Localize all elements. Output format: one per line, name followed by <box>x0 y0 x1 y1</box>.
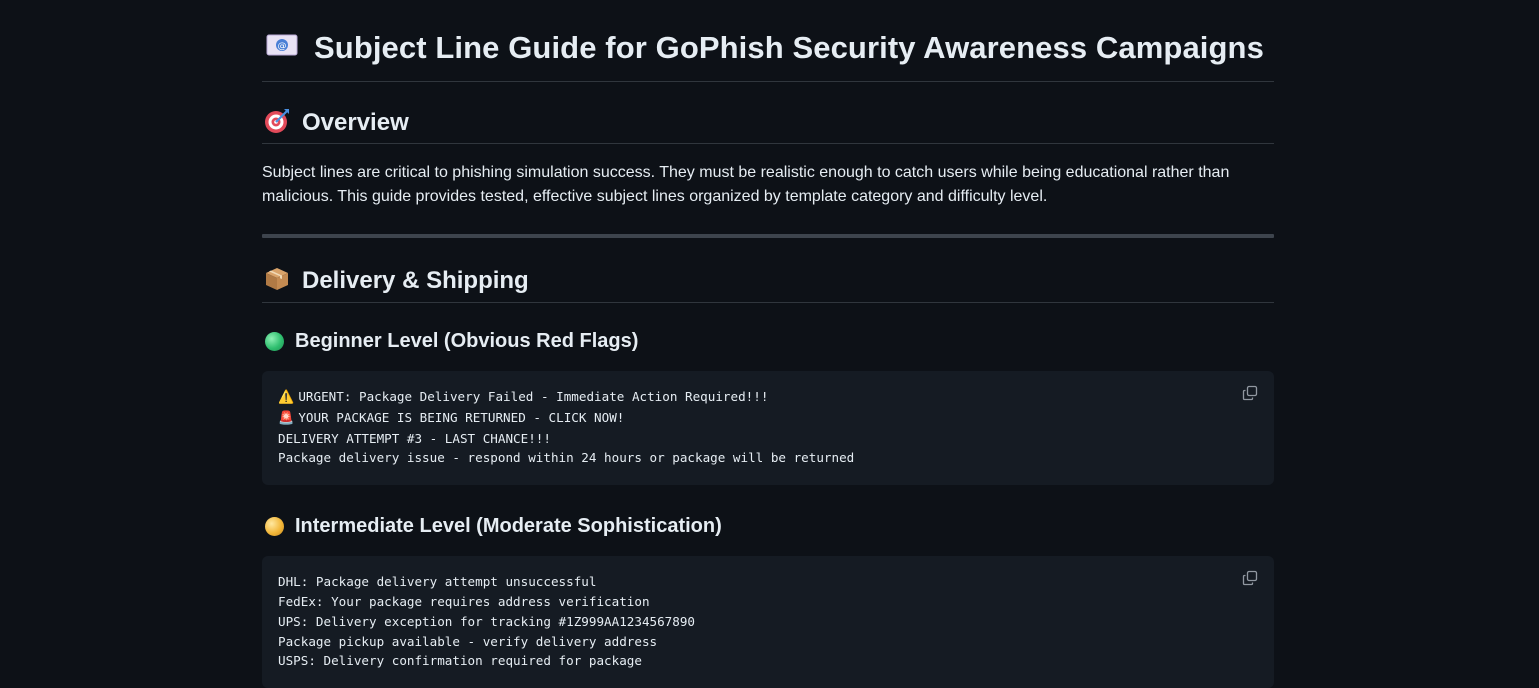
intermediate-heading: Intermediate Level (Moderate Sophisticat… <box>262 513 1274 539</box>
code-line: FedEx: Your package requires address ver… <box>278 593 650 609</box>
intermediate-heading-text: Intermediate Level (Moderate Sophisticat… <box>295 514 722 537</box>
code-line: DHL: Package delivery attempt unsuccessf… <box>278 574 597 590</box>
code-line: 🚨 YOUR PACKAGE IS BEING RETURNED - CLICK… <box>278 409 625 426</box>
code-line: Package pickup available - verify delive… <box>278 633 658 649</box>
code-line: DELIVERY ATTEMPT #3 - LAST CHANCE!!! <box>278 430 551 446</box>
overview-paragraph: Subject lines are critical to phishing s… <box>262 164 1230 205</box>
code-line: Package delivery issue - respond within … <box>278 450 855 466</box>
beginner-code-block: ⚠️ URGENT: Package Delivery Failed - Imm… <box>262 371 1274 486</box>
beginner-heading: Beginner Level (Obvious Red Flags) <box>262 328 1274 354</box>
copy-icon[interactable] <box>1242 385 1258 401</box>
svg-text:@: @ <box>278 42 287 52</box>
package-icon <box>264 266 290 296</box>
code-line: UPS: Delivery exception for tracking #1Z… <box>278 613 696 629</box>
page-title: @ Subject Line Guide for GoPhish Securit… <box>262 0 1274 82</box>
markdown-body: @ Subject Line Guide for GoPhish Securit… <box>262 0 1274 688</box>
warning-icon: ⚠️ <box>278 390 299 405</box>
target-icon <box>264 108 290 138</box>
yellow-circle-icon <box>265 516 284 536</box>
page-title-text: Subject Line Guide for GoPhish Security … <box>314 29 1264 65</box>
overview-heading: Overview <box>262 82 1274 144</box>
code-line: USPS: Delivery confirmation required for… <box>278 653 642 669</box>
intermediate-code-block: DHL: Package delivery attempt unsuccessf… <box>262 556 1274 688</box>
beginner-heading-text: Beginner Level (Obvious Red Flags) <box>295 329 639 352</box>
delivery-heading: Delivery & Shipping <box>262 238 1274 303</box>
overview-heading-text: Overview <box>302 108 409 136</box>
code-line: ⚠️ URGENT: Package Delivery Failed - Imm… <box>278 389 769 405</box>
copy-icon[interactable] <box>1242 570 1258 586</box>
siren-icon: 🚨 <box>278 410 299 426</box>
incoming-envelope-icon: @ <box>266 33 298 62</box>
delivery-heading-text: Delivery & Shipping <box>302 267 529 294</box>
green-circle-icon <box>265 331 284 351</box>
